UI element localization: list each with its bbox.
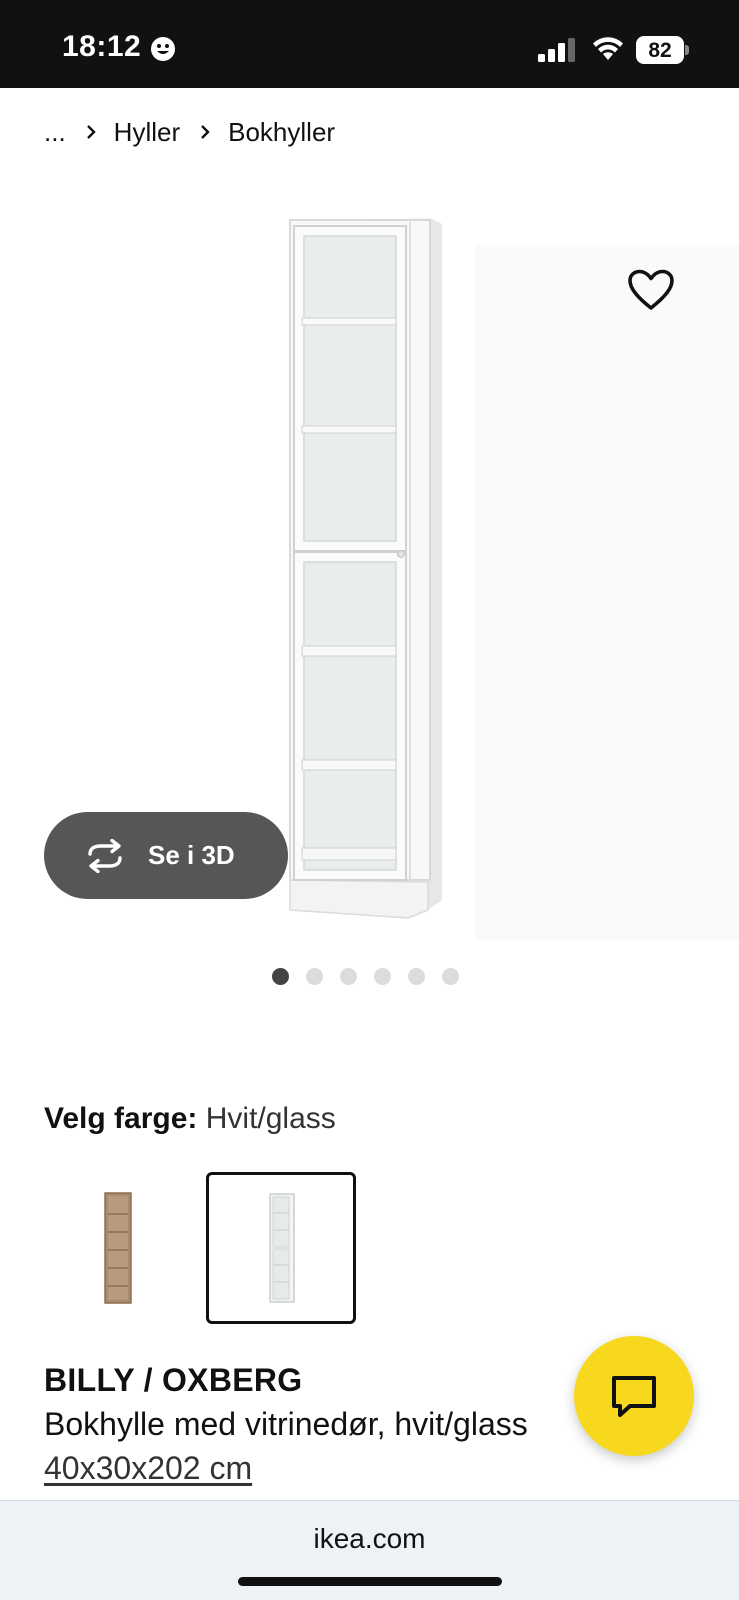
gallery-dot-4[interactable] [374,968,391,985]
gallery-dot-3[interactable] [340,968,357,985]
breadcrumb-ellipsis[interactable]: ... [44,117,66,148]
chevron-right-icon [86,125,96,139]
wifi-icon [593,37,623,60]
gallery-dot-5[interactable] [408,968,425,985]
signal-icon [538,38,575,62]
gallery-dot-1[interactable] [272,968,289,985]
view-in-3d-button[interactable]: Se i 3D [44,812,288,899]
view-in-3d-label: Se i 3D [148,840,235,870]
color-swatch-white-glass[interactable] [206,1172,356,1324]
url-text[interactable]: ikea.com [0,1523,739,1555]
swatch-image-brown [104,1192,132,1304]
rotate-3d-icon [88,838,122,873]
chat-icon [612,1376,656,1417]
home-indicator[interactable] [238,1577,502,1586]
breadcrumb: ... Hyller Bokhyller [44,112,335,152]
breadcrumb-bokhyller[interactable]: Bokhyller [228,117,335,148]
smiley-icon [151,37,175,61]
product-description: Bokhylle med vitrinedør, hvit/glass [44,1406,528,1442]
battery-icon: 82 [636,36,690,64]
color-label-value: Hvit/glass [205,1102,336,1135]
swatch-image-white-glass [269,1193,295,1303]
breadcrumb-hyller[interactable]: Hyller [114,117,180,148]
chevron-right-icon [201,125,210,139]
chat-button[interactable] [574,1336,694,1456]
battery-level: 82 [648,39,672,62]
product-size-link[interactable]: 40x30x202 cm [44,1450,252,1487]
product-name: BILLY / OXBERG [44,1362,303,1398]
color-label-prefix: Velg farge: [44,1102,198,1135]
browser-address-bar: ikea.com [0,1500,739,1600]
status-time: 18:12 [62,30,142,63]
gallery-pagination [272,968,459,986]
heart-icon[interactable] [626,268,676,312]
gallery-dot-2[interactable] [306,968,323,985]
gallery-dot-6[interactable] [442,968,459,985]
color-selector-label: Velg farge: Hvit/glass [44,1102,336,1136]
product-image [289,218,442,919]
status-bar: 18:12 82 [0,0,739,88]
color-swatch-brown[interactable] [44,1172,194,1324]
image-backdrop [475,245,739,940]
